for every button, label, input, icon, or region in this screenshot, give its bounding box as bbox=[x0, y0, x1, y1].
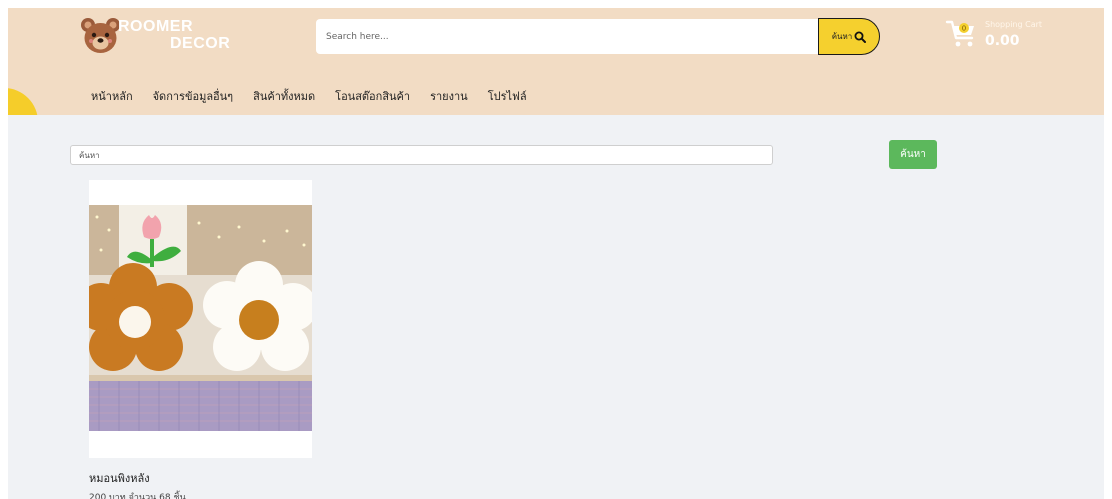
nav-item-home[interactable]: หน้าหลัก bbox=[91, 88, 133, 108]
shopping-cart-icon: 0 bbox=[945, 20, 974, 47]
product-name[interactable]: หมอนพิงหลัง bbox=[89, 469, 150, 487]
header-search-button-label: ค้นหา bbox=[831, 32, 853, 41]
cart-label: Shopping Cart bbox=[985, 20, 1043, 29]
main-nav: หน้าหลัก จัดการข้อมูลอื่นๆ สินค้าทั้งหมด… bbox=[91, 88, 547, 108]
search-icon bbox=[854, 31, 867, 43]
cart-total: 0.00 bbox=[985, 33, 1020, 49]
nav-item-profile[interactable]: โปรไฟล์ bbox=[488, 88, 527, 108]
nav-item-all-products[interactable]: สินค้าทั้งหมด bbox=[253, 88, 315, 108]
product-image bbox=[89, 205, 312, 431]
product-search-button[interactable]: ค้นหา bbox=[889, 140, 937, 169]
brand-line-1: ROOMER bbox=[118, 18, 193, 35]
product-search-input[interactable] bbox=[70, 145, 773, 165]
site-header: ROOMER DECOR ค้นหา 0 Shopping Cart 0.00 bbox=[8, 8, 1104, 115]
brand-name: ROOMER DECOR bbox=[118, 18, 231, 52]
brand-logo[interactable]: ROOMER DECOR bbox=[80, 16, 230, 56]
product-price-qty: 200 บาท จำนวน 68 ชิ้น bbox=[89, 493, 186, 499]
page-frame: ROOMER DECOR ค้นหา 0 Shopping Cart 0.00 bbox=[8, 8, 1104, 499]
product-card[interactable] bbox=[89, 180, 312, 458]
bear-face-icon bbox=[81, 18, 120, 53]
brand-line-2: DECOR bbox=[170, 35, 231, 52]
shopping-cart[interactable]: 0 Shopping Cart 0.00 bbox=[945, 18, 1065, 58]
header-search-button[interactable]: ค้นหา bbox=[818, 18, 880, 55]
header-accent-shape bbox=[8, 88, 38, 115]
cart-badge-count: 0 bbox=[962, 25, 966, 33]
nav-item-reports[interactable]: รายงาน bbox=[430, 88, 468, 108]
header-search-input[interactable] bbox=[316, 19, 819, 54]
nav-item-manage-data[interactable]: จัดการข้อมูลอื่นๆ bbox=[153, 88, 234, 108]
nav-item-stock-transfer[interactable]: โอนสต๊อกสินค้า bbox=[335, 88, 410, 108]
